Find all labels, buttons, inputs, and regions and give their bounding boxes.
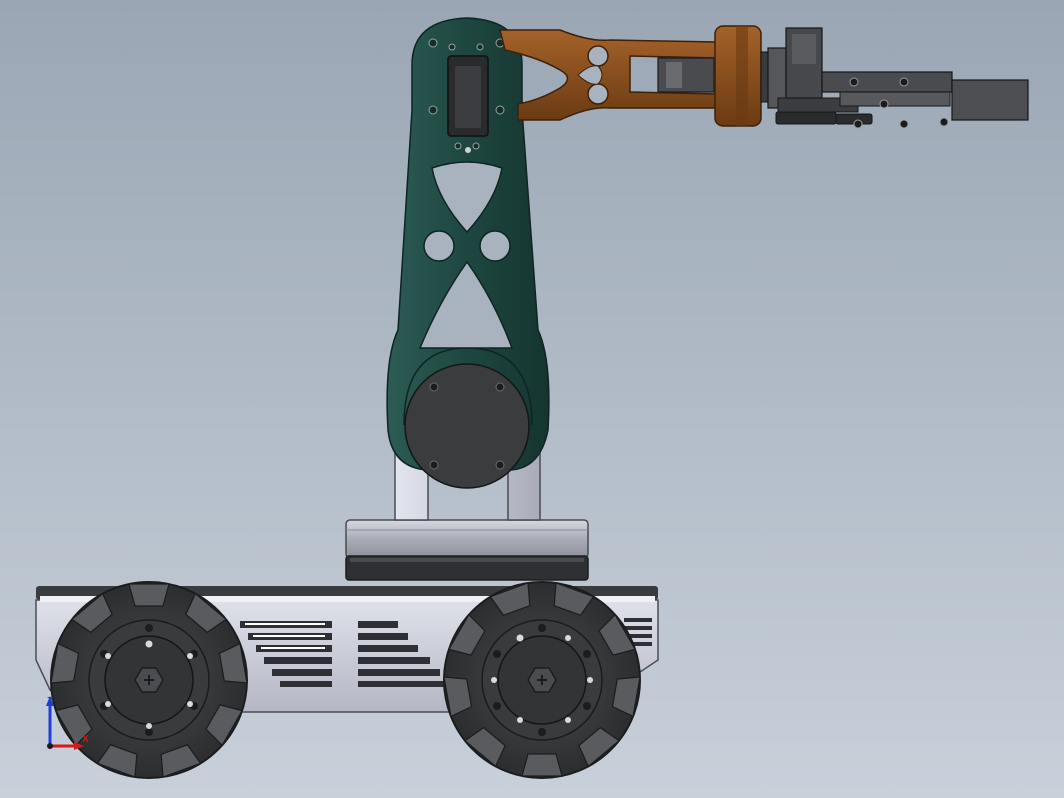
forearm-link (499, 29, 719, 121)
turntable-base (345, 519, 589, 581)
mecanum-wheel-right (443, 581, 641, 779)
gripper (767, 27, 1029, 129)
x-axis-label: X (82, 734, 89, 745)
shoulder-servo-disc (404, 363, 530, 489)
coordinate-triad: Z X (40, 692, 100, 762)
robot-model-view (35, 17, 1029, 779)
triad-origin (47, 743, 53, 749)
wrist-rotator (714, 25, 770, 127)
cad-viewport[interactable]: Z X (0, 0, 1064, 798)
z-axis-label: Z (47, 696, 54, 707)
